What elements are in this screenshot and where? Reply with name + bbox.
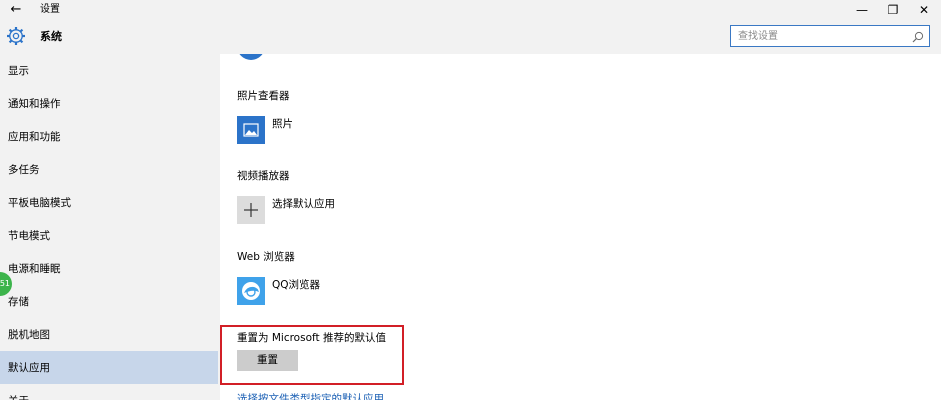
photos-app-label[interactable]: 照片 [272,117,293,131]
close-button[interactable]: ✕ [909,0,939,20]
sidebar-item-label: 节电模式 [8,230,50,242]
sidebar-item-display[interactable]: 显示 [0,54,218,87]
sidebar-item-label: 通知和操作 [8,98,61,110]
search-placeholder: 查找设置 [738,31,778,42]
sidebar-item-power-sleep[interactable]: 电源和睡眠 [0,252,218,285]
photos-app-icon[interactable] [237,116,265,144]
main-content: 照片查看器 照片 视频播放器 选择默认应用 Web 浏览器 QQ浏览器 重置为 … [220,54,941,400]
qq-browser-icon[interactable] [237,277,265,305]
choose-by-file-type-link[interactable]: 选择按文件类型指定的默认应用 [237,392,384,400]
settings-header: 系统 查找设置 [0,20,941,54]
restore-button[interactable]: ❐ [878,0,908,20]
photo-viewer-title: 照片查看器 [237,90,290,102]
title-bar: ← 设置 — ❐ ✕ [0,0,941,20]
sidebar-item-label: 多任务 [8,164,40,176]
video-player-title: 视频播放器 [237,170,290,182]
sidebar-item-multitasking[interactable]: 多任务 [0,153,218,186]
minimize-button[interactable]: — [847,0,877,20]
sidebar-item-battery-saver[interactable]: 节电模式 [0,219,218,252]
gear-icon [7,27,25,45]
sidebar-item-offline-maps[interactable]: 脱机地图 [0,318,218,351]
sidebar-item-tablet-mode[interactable]: 平板电脑模式 [0,186,218,219]
plus-icon[interactable] [237,196,265,224]
sidebar-item-storage[interactable]: 存储 [0,285,218,318]
app-icon-partial[interactable] [237,54,265,60]
search-icon[interactable] [912,31,924,43]
choose-default-app-label[interactable]: 选择默认应用 [272,197,335,211]
sidebar-item-notifications[interactable]: 通知和操作 [0,87,218,120]
web-browser-title: Web 浏览器 [237,251,295,263]
search-input[interactable]: 查找设置 [730,25,930,47]
sidebar-item-about[interactable]: 关于 [0,384,218,400]
window-title: 设置 [40,4,60,15]
sidebar-item-label: 平板电脑模式 [8,197,71,209]
sidebar-item-label: 脱机地图 [8,329,50,341]
qq-browser-label[interactable]: QQ浏览器 [272,278,320,292]
sidebar-item-label: 应用和功能 [8,131,61,143]
section-title: 系统 [40,30,62,43]
reset-title: 重置为 Microsoft 推荐的默认值 [237,332,386,344]
sidebar-item-label: 默认应用 [8,362,50,374]
back-arrow-icon[interactable]: ← [8,2,24,18]
sidebar-item-label: 电源和睡眠 [8,263,61,275]
sidebar-item-label: 显示 [8,65,29,77]
sidebar-item-label: 存储 [8,296,29,308]
sidebar: 显示 通知和操作 应用和功能 多任务 平板电脑模式 节电模式 电源和睡眠 存储 … [0,54,220,400]
reset-button[interactable]: 重置 [237,350,298,371]
sidebar-item-default-apps[interactable]: 默认应用 [0,351,218,384]
sidebar-item-label: 关于 [8,394,29,400]
sidebar-item-apps[interactable]: 应用和功能 [0,120,218,153]
